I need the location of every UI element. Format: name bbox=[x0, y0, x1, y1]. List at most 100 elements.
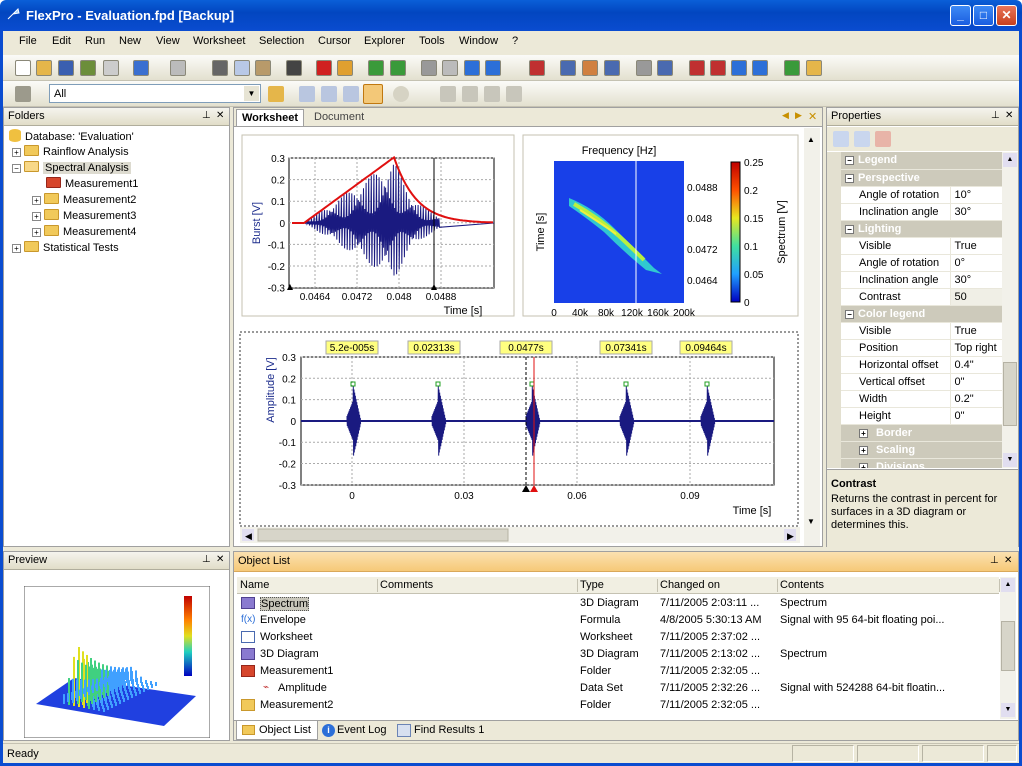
property-row[interactable]: Angle of rotation 0° bbox=[827, 254, 1002, 272]
table-row[interactable]: f(x) Envelope Formula 4/8/2005 5:30:13 AM Si… bbox=[237, 612, 999, 629]
save-all-icon[interactable] bbox=[80, 60, 96, 76]
table-row[interactable]: Measurement2 Folder 7/11/2005 2:32:05 ... bbox=[237, 697, 999, 714]
text-icon[interactable] bbox=[604, 60, 620, 76]
menu-window[interactable]: Window bbox=[459, 35, 498, 47]
close-icon[interactable]: ✕ bbox=[216, 554, 224, 565]
sort-alpha-icon[interactable] bbox=[833, 131, 849, 147]
scroll-up-icon[interactable]: ▲ bbox=[1003, 153, 1017, 167]
preview-icon[interactable] bbox=[442, 60, 458, 76]
view-icon-4[interactable] bbox=[506, 86, 522, 102]
property-value[interactable]: 0.4" bbox=[950, 356, 1002, 374]
menu-new[interactable]: New bbox=[119, 35, 141, 47]
property-value[interactable]: 0" bbox=[950, 407, 1002, 425]
tab-close-icon[interactable]: ✕ bbox=[808, 110, 817, 123]
close-icon[interactable]: ✕ bbox=[1004, 555, 1012, 566]
table-icon[interactable] bbox=[560, 60, 576, 76]
property-row[interactable]: Horizontal offset 0.4" bbox=[827, 356, 1002, 374]
doc-icon[interactable] bbox=[636, 60, 652, 76]
property-row[interactable]: Height 0" bbox=[827, 407, 1002, 425]
property-category[interactable]: − Perspective bbox=[827, 169, 1002, 187]
formula-icon[interactable] bbox=[731, 60, 747, 76]
expand-icon[interactable]: + bbox=[32, 228, 41, 237]
menu-view[interactable]: View bbox=[156, 35, 180, 47]
tab-next-icon[interactable]: ▶ bbox=[795, 110, 802, 121]
collapse-icon[interactable]: − bbox=[12, 164, 21, 173]
list-icon[interactable] bbox=[343, 86, 359, 102]
menu-file[interactable]: File bbox=[19, 35, 37, 47]
tree-item-measurement4[interactable]: + Measurement4 bbox=[32, 225, 136, 238]
pin-icon[interactable]: ⊥ bbox=[990, 555, 999, 566]
fft-icon[interactable] bbox=[710, 60, 726, 76]
tab-prev-icon[interactable]: ◀ bbox=[782, 110, 789, 121]
help-icon[interactable] bbox=[464, 60, 480, 76]
column-header[interactable]: Comments bbox=[380, 579, 433, 591]
oscilloscope-icon[interactable] bbox=[529, 60, 545, 76]
v-scrollbar[interactable] bbox=[804, 128, 820, 546]
table-row[interactable]: Spectrum 3D Diagram 7/11/2005 2:03:11 ... S… bbox=[237, 595, 999, 612]
menu-edit[interactable]: Edit bbox=[52, 35, 71, 47]
tree-item-measurement2[interactable]: + Measurement2 bbox=[32, 193, 136, 206]
tree-item-measurement3[interactable]: + Measurement3 bbox=[32, 209, 136, 222]
property-subcategory[interactable]: + Scaling bbox=[827, 441, 1002, 459]
property-row[interactable]: Vertical offset 0" bbox=[827, 373, 1002, 391]
scroll-thumb[interactable] bbox=[1003, 362, 1017, 426]
folder-up-icon[interactable] bbox=[15, 86, 31, 102]
property-row[interactable]: Position Top right bbox=[827, 339, 1002, 357]
table-row[interactable]: 3D Diagram 3D Diagram 7/11/2005 2:13:02 ..… bbox=[237, 646, 999, 663]
property-row[interactable]: Contrast 50 bbox=[827, 288, 1002, 306]
search-icon[interactable] bbox=[393, 86, 409, 102]
expand-icon[interactable]: + bbox=[12, 244, 21, 253]
view-icon-1[interactable] bbox=[440, 86, 456, 102]
tab-event-log[interactable]: Event Log bbox=[337, 724, 387, 736]
menu-tools[interactable]: Tools bbox=[419, 35, 445, 47]
menu-explorer[interactable]: Explorer bbox=[364, 35, 405, 47]
view-icon-3[interactable] bbox=[484, 86, 500, 102]
property-category[interactable]: − Lighting bbox=[827, 220, 1002, 238]
menu-worksheet[interactable]: Worksheet bbox=[193, 35, 245, 47]
property-subcategory[interactable]: + Divisions bbox=[827, 458, 1002, 468]
tab-document[interactable]: Document bbox=[314, 111, 364, 123]
property-value[interactable]: Top right bbox=[950, 339, 1002, 357]
close-button[interactable]: ✕ bbox=[996, 5, 1017, 26]
scroll-down-icon[interactable]: ▼ bbox=[1003, 453, 1017, 467]
tree-item-rainflow[interactable]: + Rainflow Analysis bbox=[12, 145, 129, 158]
property-pages-icon[interactable] bbox=[875, 131, 891, 147]
minimize-button[interactable]: _ bbox=[950, 5, 971, 26]
import-icon[interactable] bbox=[784, 60, 800, 76]
folder-icon[interactable] bbox=[806, 60, 822, 76]
scroll-up-icon[interactable]: ▲ bbox=[1001, 578, 1015, 592]
find-icon[interactable] bbox=[286, 60, 302, 76]
column-header[interactable]: Changed on bbox=[660, 579, 720, 591]
new-icon[interactable] bbox=[15, 60, 31, 76]
undo-icon[interactable] bbox=[133, 60, 149, 76]
delete-icon[interactable] bbox=[316, 60, 332, 76]
property-value[interactable]: 10° bbox=[950, 186, 1002, 204]
table-row[interactable]: Worksheet Worksheet 7/11/2005 2:37:02 ... bbox=[237, 629, 999, 646]
sort-icon[interactable] bbox=[299, 86, 315, 102]
pin-icon[interactable]: ⊥ bbox=[991, 110, 1000, 121]
open-icon[interactable] bbox=[36, 60, 52, 76]
filter-combo[interactable]: All ▼ bbox=[49, 84, 261, 103]
print-preview-icon[interactable] bbox=[421, 60, 437, 76]
tree-item-spectral[interactable]: − Spectral Analysis bbox=[12, 161, 131, 174]
property-value[interactable]: 0.2" bbox=[950, 390, 1002, 408]
cut-icon[interactable] bbox=[212, 60, 228, 76]
chart-icon[interactable] bbox=[582, 60, 598, 76]
property-category[interactable]: − Legend bbox=[827, 152, 1002, 170]
tree-item-statistical[interactable]: + Statistical Tests bbox=[12, 241, 119, 254]
paste-icon[interactable] bbox=[255, 60, 271, 76]
column-header[interactable]: Contents bbox=[780, 579, 824, 591]
save-icon[interactable] bbox=[58, 60, 74, 76]
close-icon[interactable]: ✕ bbox=[1005, 110, 1013, 121]
maximize-button[interactable]: □ bbox=[973, 5, 994, 26]
scroll-thumb[interactable] bbox=[1001, 621, 1015, 671]
property-value[interactable]: 0° bbox=[950, 254, 1002, 272]
properties-scrollbar[interactable]: ▲ ▼ bbox=[1002, 152, 1018, 468]
tab-worksheet[interactable]: Worksheet bbox=[236, 109, 305, 126]
property-row[interactable]: Inclination angle 30° bbox=[827, 203, 1002, 221]
object-list-scrollbar[interactable]: ▲ ▼ bbox=[1000, 577, 1016, 719]
folder-open-icon[interactable] bbox=[268, 86, 284, 102]
tree-database[interactable]: Database: 'Evaluation' bbox=[9, 129, 134, 143]
property-value[interactable]: 30° bbox=[950, 271, 1002, 289]
property-value[interactable]: 50 bbox=[950, 288, 1002, 306]
